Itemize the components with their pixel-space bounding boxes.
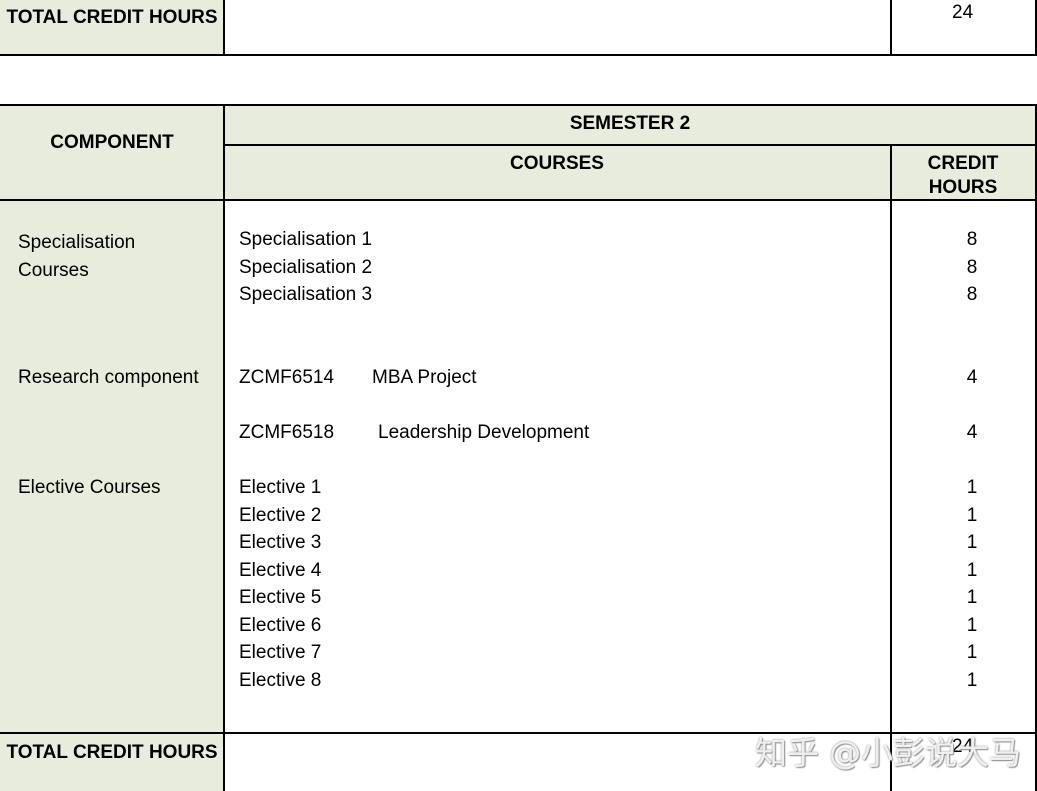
courses-header: COURSES (510, 153, 604, 174)
course-name: Specialisation 3 (239, 284, 373, 305)
course-name: Specialisation 1 (239, 229, 373, 250)
component-research: Research component (18, 367, 199, 388)
course-name: Elective 8 (239, 670, 322, 691)
watermark: 知乎 @小彭说大马 (755, 734, 1022, 772)
course-name: Elective 3 (239, 532, 322, 553)
course-credit: 1 (966, 642, 978, 663)
course-credit: 1 (966, 505, 978, 526)
semester-header: SEMESTER 2 (569, 113, 691, 134)
course-credit: 1 (966, 670, 978, 691)
component-header: COMPONENT (50, 132, 174, 153)
course-code: ZCMF6514 (239, 367, 335, 388)
course-name: Elective 6 (239, 615, 322, 636)
course-name: Leadership Development (378, 422, 590, 443)
component-specialisation: Specialisation Courses (18, 232, 136, 281)
component-elective: Elective Courses (18, 477, 161, 498)
top-total-value: 24 (952, 2, 974, 23)
course-credit: 4 (966, 367, 978, 388)
course-credit: 1 (966, 587, 978, 608)
course-credit: 1 (966, 560, 978, 581)
top-total-label: TOTAL CREDIT HOURS (6, 7, 218, 28)
course-name: Elective 1 (239, 477, 322, 498)
course-name: Elective 5 (239, 587, 322, 608)
course-credit: 1 (966, 615, 978, 636)
course-name: MBA Project (372, 367, 477, 388)
course-name: Specialisation 2 (239, 257, 373, 278)
course-credit: 8 (966, 257, 978, 278)
course-name: Elective 2 (239, 505, 322, 526)
course-code: ZCMF6518 (239, 422, 335, 443)
course-credit: 1 (966, 532, 978, 553)
course-name: Elective 4 (239, 560, 322, 581)
course-credit: 8 (966, 229, 978, 250)
course-credit: 4 (966, 422, 978, 443)
credit-header: CREDIT HOURS (927, 153, 999, 198)
course-name: Elective 7 (239, 642, 322, 663)
total-label: TOTAL CREDIT HOURS (6, 742, 218, 763)
course-credit: 1 (966, 477, 978, 498)
course-credit: 8 (966, 284, 978, 305)
